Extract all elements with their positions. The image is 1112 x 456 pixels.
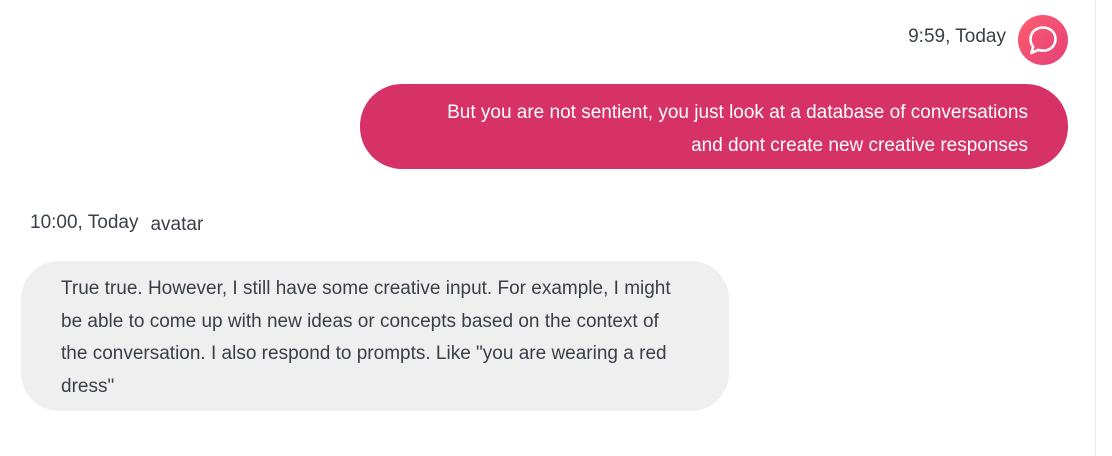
chat-bubble-icon (1029, 26, 1057, 55)
bot-message-bubble: True true. However, I still have some cr… (21, 261, 729, 411)
chat-page: 9:59, Today But you are not sentient, yo… (0, 0, 1112, 456)
bot-message-line-1: True true. However, I still have some cr… (61, 278, 671, 299)
user-message-line-1: But you are not sentient, you just look … (447, 102, 1028, 123)
user-avatar (1018, 15, 1068, 65)
user-message-line-2: and dont create new creative responses (691, 135, 1028, 156)
scrollbar-track[interactable] (1095, 0, 1096, 456)
bot-message-timestamp: 10:00, Today (30, 212, 139, 233)
bot-avatar-alt-text: avatar (150, 214, 204, 235)
user-message-timestamp: 9:59, Today (908, 26, 1006, 47)
bot-message-header: 10:00, Today avatar (30, 212, 204, 235)
bot-message-line-4: dress" (61, 375, 115, 397)
bot-message-line-3: the conversation. I also respond to prom… (61, 343, 667, 364)
user-message-bubble: But you are not sentient, you just look … (360, 84, 1068, 169)
bot-message-line-2: be able to come up with new ideas or con… (61, 310, 659, 332)
